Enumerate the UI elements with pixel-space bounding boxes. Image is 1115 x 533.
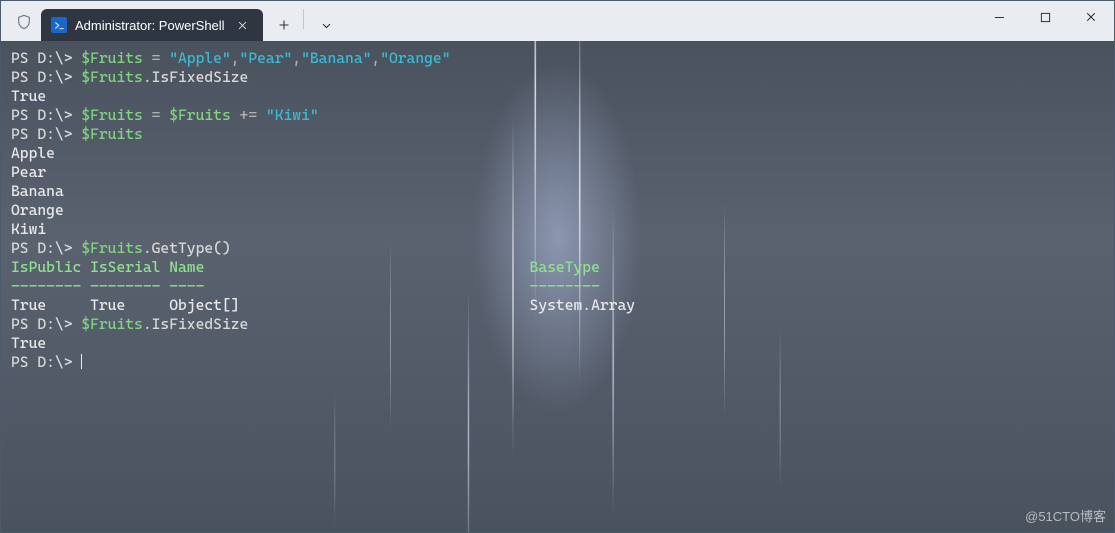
new-tab-button[interactable]: [267, 11, 301, 39]
tab-powershell[interactable]: Administrator: PowerShell: [41, 9, 263, 41]
terminal-output-line: True: [11, 334, 1104, 353]
tab-dropdown-button[interactable]: [310, 11, 344, 39]
terminal-command-line: PS D:\> $Fruits.GetType(): [11, 239, 1104, 258]
tab-title: Administrator: PowerShell: [75, 18, 225, 33]
terminal-output-line: True True Object[] System.Array: [11, 296, 1104, 315]
window-close-button[interactable]: [1068, 1, 1114, 33]
powershell-icon: [51, 17, 67, 33]
terminal-command-line: PS D:\> $Fruits: [11, 125, 1104, 144]
app-window: Administrator: PowerShell: [0, 0, 1115, 533]
tab-close-button[interactable]: [233, 15, 253, 35]
terminal-pane[interactable]: PS D:\> $Fruits = "Apple","Pear","Banana…: [1, 41, 1114, 532]
tab-strip: Administrator: PowerShell: [1, 1, 344, 41]
terminal-output-line: Pear: [11, 163, 1104, 182]
terminal-command-line: PS D:\> $Fruits.IsFixedSize: [11, 315, 1104, 334]
shield-icon: [9, 7, 39, 37]
tab-divider: [303, 9, 304, 29]
titlebar: Administrator: PowerShell: [1, 1, 1114, 41]
terminal-command-line: PS D:\> $Fruits.IsFixedSize: [11, 68, 1104, 87]
terminal-output-line: Kiwi: [11, 220, 1104, 239]
window-controls: [976, 1, 1114, 41]
terminal-output-line: Banana: [11, 182, 1104, 201]
terminal-command-line: PS D:\>: [11, 353, 1104, 372]
terminal-command-line: PS D:\> $Fruits = "Apple","Pear","Banana…: [11, 49, 1104, 68]
terminal-output-line: Orange: [11, 201, 1104, 220]
terminal-command-line: PS D:\> $Fruits = $Fruits += "Kiwi": [11, 106, 1104, 125]
terminal-cursor: [81, 354, 82, 369]
terminal-output-line: True: [11, 87, 1104, 106]
minimize-button[interactable]: [976, 1, 1022, 33]
watermark: @51CTO博客: [1025, 507, 1106, 526]
terminal-output: PS D:\> $Fruits = "Apple","Pear","Banana…: [1, 41, 1114, 532]
terminal-table-header: IsPublic IsSerial Name BaseType: [11, 258, 1104, 277]
maximize-button[interactable]: [1022, 1, 1068, 33]
terminal-table-header: -------- -------- ---- --------: [11, 277, 1104, 296]
terminal-output-line: Apple: [11, 144, 1104, 163]
